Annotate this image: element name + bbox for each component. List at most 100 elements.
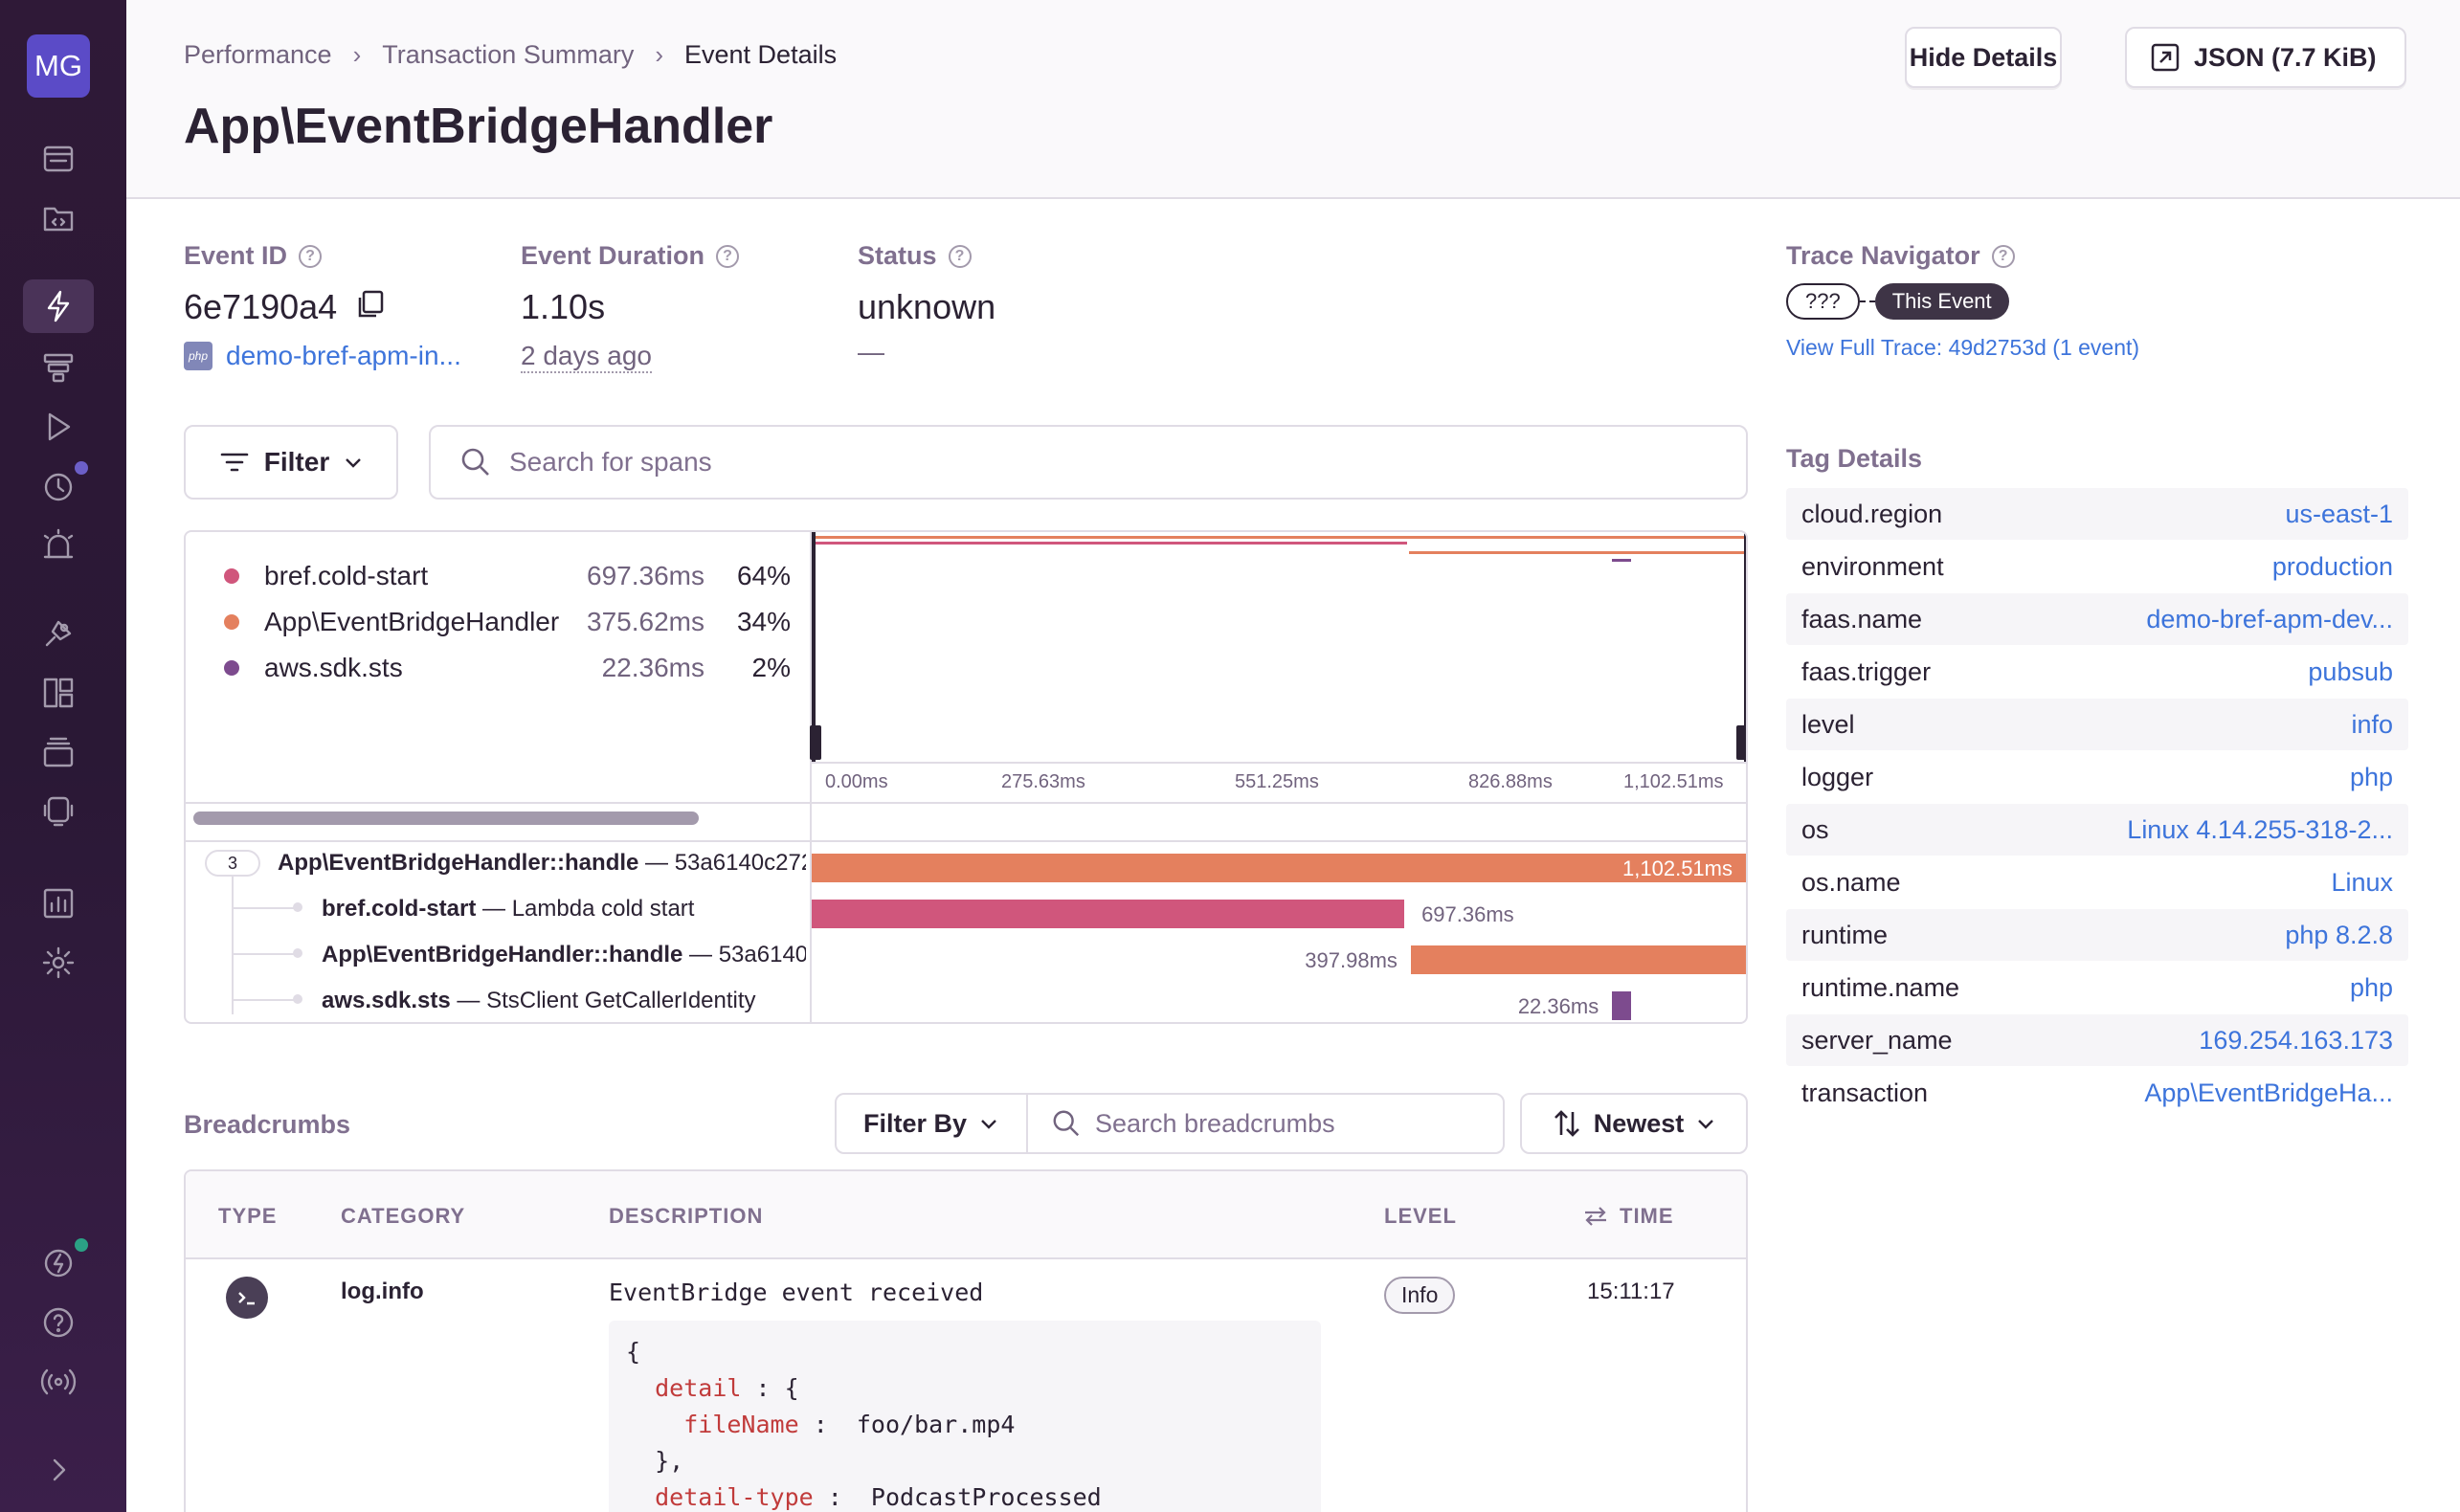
tag-row: faas.trigger pubsub xyxy=(1786,646,2408,698)
trace-navigator-label-text: Trace Navigator xyxy=(1786,241,1980,270)
breadcrumb-sort-dropdown[interactable]: Newest xyxy=(1520,1093,1748,1154)
span-bar[interactable] xyxy=(812,900,1405,928)
span-row-label[interactable]: aws.sdk.sts — StsClient GetCallerIdentit… xyxy=(322,988,806,1014)
profiling-icon[interactable] xyxy=(23,341,94,394)
swap-icon xyxy=(1585,1207,1606,1226)
replays-icon[interactable] xyxy=(23,400,94,454)
help-icon[interactable]: ? xyxy=(1991,244,2015,268)
alerts-icon[interactable] xyxy=(23,519,94,572)
minimap[interactable] xyxy=(810,532,1746,762)
help-icon[interactable]: ? xyxy=(716,244,740,268)
span-bar[interactable] xyxy=(812,854,1746,882)
tag-value[interactable]: info xyxy=(2351,710,2393,740)
span-filter-button[interactable]: Filter xyxy=(184,425,398,500)
json-value: foo/bar.mp4 xyxy=(856,1411,1016,1438)
org-avatar[interactable]: MG xyxy=(27,34,90,98)
event-timestamp[interactable]: 2 days ago xyxy=(521,341,652,373)
span-children-toggle[interactable]: 3 xyxy=(205,850,260,877)
breadcrumb-transaction-summary[interactable]: Transaction Summary xyxy=(382,40,634,70)
tag-row: runtime.name php xyxy=(1786,962,2408,1013)
span-description: — 53a6140c2721 xyxy=(645,850,806,876)
trace-this-event-node[interactable]: This Event xyxy=(1874,283,2009,320)
event-id-label: Event ID ? xyxy=(184,241,323,271)
ops-duration: 22.36ms xyxy=(601,653,704,682)
project-link[interactable]: php demo-bref-apm-in... xyxy=(184,341,461,371)
tag-key: logger xyxy=(1801,762,1874,791)
span-row-label[interactable]: App\EventBridgeHandler::handle — 53a6140… xyxy=(278,850,806,877)
user-feedback-icon[interactable] xyxy=(23,785,94,838)
event-duration-value: 1.10s xyxy=(521,287,606,326)
tag-value[interactable]: php xyxy=(2350,973,2393,1003)
drag-handle-icon[interactable] xyxy=(810,725,821,760)
tag-value[interactable]: Linux xyxy=(2331,868,2393,898)
discover-icon[interactable] xyxy=(23,607,94,660)
stats-icon[interactable] xyxy=(23,877,94,930)
releases-icon[interactable] xyxy=(23,725,94,779)
tag-value[interactable]: us-east-1 xyxy=(2285,500,2393,529)
breadcrumb-filter-dropdown[interactable]: Filter By xyxy=(835,1093,1028,1154)
span-bar[interactable] xyxy=(1612,991,1631,1020)
drag-handle-icon[interactable] xyxy=(1736,725,1746,760)
row-divider xyxy=(186,802,1746,804)
project-name: demo-bref-apm-in... xyxy=(226,341,461,370)
ops-name: App\EventBridgeHandler xyxy=(264,607,560,636)
performance-icon[interactable] xyxy=(23,279,94,333)
page-title: App\EventBridgeHandler xyxy=(184,99,773,154)
broadcast-icon[interactable] xyxy=(23,1355,94,1409)
json-button-label: JSON (7.7 KiB) xyxy=(2194,42,2377,72)
json-brace: }, xyxy=(655,1447,684,1475)
minimap-span xyxy=(812,536,1746,539)
breadcrumb-search-input[interactable]: Search breadcrumbs xyxy=(1026,1093,1505,1154)
help-icon[interactable]: ? xyxy=(948,244,972,268)
tree-node-dot xyxy=(293,902,302,912)
breadcrumb-performance[interactable]: Performance xyxy=(184,40,332,70)
minimap-span xyxy=(1409,551,1746,554)
column-header-time[interactable]: TIME xyxy=(1583,1204,1674,1229)
tag-value[interactable]: production xyxy=(2272,552,2393,582)
tag-value[interactable]: php 8.2.8 xyxy=(2285,921,2393,950)
expand-sidebar-icon[interactable] xyxy=(23,1443,94,1497)
php-platform-icon: php xyxy=(184,342,212,370)
tag-value[interactable]: php xyxy=(2350,763,2393,792)
span-bar[interactable] xyxy=(1410,945,1746,974)
breadcrumb: Performance › Transaction Summary › Even… xyxy=(184,40,837,70)
hide-details-button[interactable]: Hide Details xyxy=(1905,27,2062,88)
tag-value[interactable]: demo-bref-apm-dev... xyxy=(2146,605,2393,634)
span-waterfall-panel: bref.cold-start 697.36ms 64% App\EventBr… xyxy=(184,530,1748,1024)
span-row-label[interactable]: bref.cold-start — Lambda cold start xyxy=(322,896,806,923)
horizontal-scrollbar[interactable] xyxy=(193,812,699,825)
tag-value[interactable]: Linux 4.14.255-318-2... xyxy=(2127,815,2393,845)
projects-icon[interactable] xyxy=(23,191,94,245)
terminal-icon xyxy=(226,1277,268,1319)
tag-value[interactable]: pubsub xyxy=(2308,657,2393,687)
help-icon[interactable] xyxy=(23,1296,94,1349)
ops-name: bref.cold-start xyxy=(264,561,429,590)
issues-icon[interactable] xyxy=(23,132,94,186)
breadcrumbs-table-header: TYPE CATEGORY DESCRIPTION LEVEL TIME xyxy=(186,1171,1746,1259)
span-search-input[interactable]: Search for spans xyxy=(429,425,1748,500)
tag-value[interactable]: 169.254.163.173 xyxy=(2199,1026,2393,1056)
breadcrumb-data-json: { detail : { fileName : foo/bar.mp4 }, d… xyxy=(609,1321,1321,1512)
page-header: Performance › Transaction Summary › Even… xyxy=(126,0,2460,199)
tag-value[interactable]: App\EventBridgeHa... xyxy=(2144,1078,2393,1108)
column-header-type: TYPE xyxy=(218,1204,278,1228)
trace-unknown-node[interactable]: ??? xyxy=(1786,283,1860,320)
json-button[interactable]: JSON (7.7 KiB) xyxy=(2125,27,2406,88)
copy-icon[interactable] xyxy=(354,288,387,321)
tree-connector xyxy=(232,953,295,955)
tree-node-dot xyxy=(293,994,302,1004)
span-bar-area: 1,102.51ms 697.36ms 397.98ms 22.36ms xyxy=(812,842,1746,1022)
tag-row: os Linux 4.14.255-318-2... xyxy=(1786,804,2408,856)
ops-name: aws.sdk.sts xyxy=(264,653,403,682)
span-row-label[interactable]: App\EventBridgeHandler::handle — 53a6140 xyxy=(322,942,806,968)
span-duration-label: 1,102.51ms xyxy=(1622,856,1733,880)
trace-navigator: ??? This Event xyxy=(1786,283,2009,320)
settings-icon[interactable] xyxy=(23,936,94,989)
view-full-trace-link[interactable]: View Full Trace: 49d2753d (1 event) xyxy=(1786,335,2139,361)
help-icon[interactable]: ? xyxy=(299,244,323,268)
breadcrumb-category: log.info xyxy=(341,1279,424,1304)
dashboards-icon[interactable] xyxy=(23,666,94,720)
status-label: Status ? xyxy=(858,241,972,271)
minimap-span xyxy=(812,542,1407,545)
status-dot xyxy=(75,1238,88,1252)
